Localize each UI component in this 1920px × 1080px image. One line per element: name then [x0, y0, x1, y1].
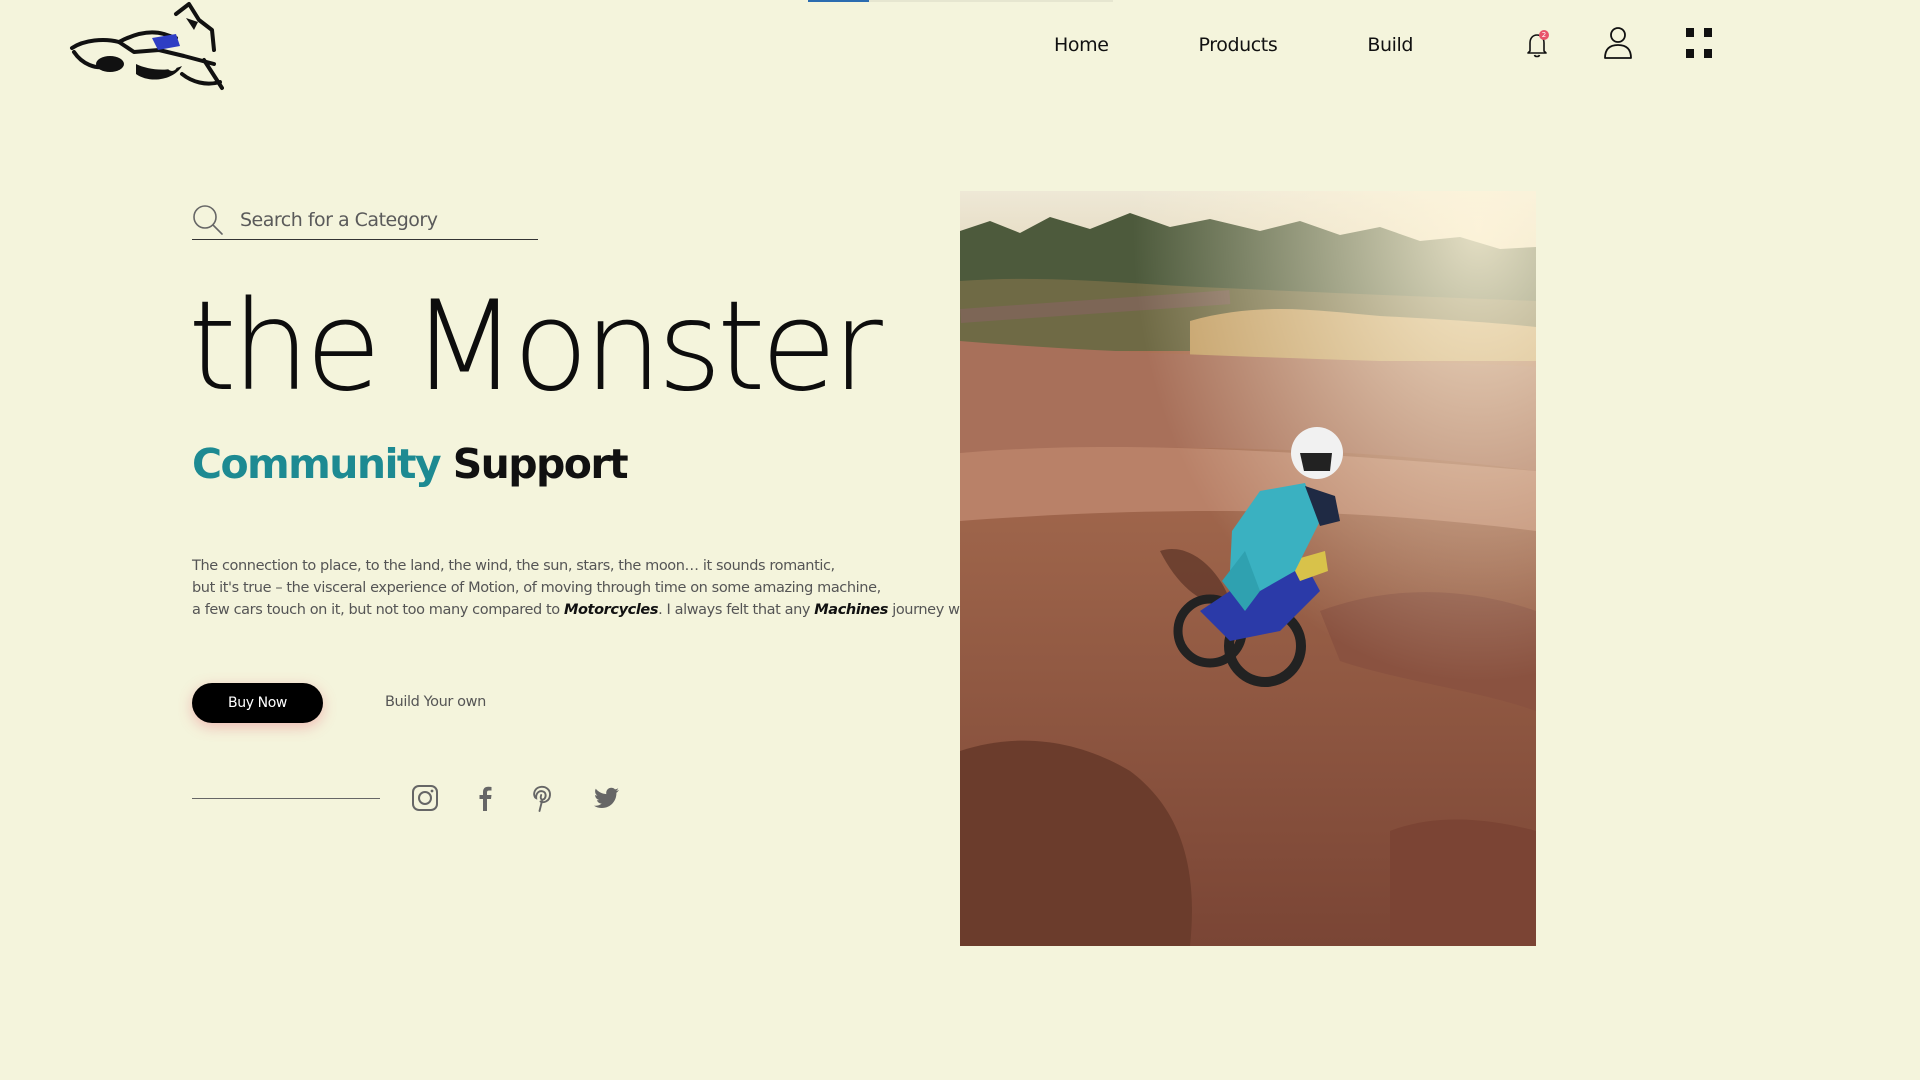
- nav-products[interactable]: Products: [1199, 34, 1278, 56]
- hero-title: the Monster: [188, 275, 883, 419]
- search-icon[interactable]: [192, 204, 224, 236]
- description-line: but it's true – the visceral experience …: [192, 580, 881, 596]
- main-nav: Home Products Build: [1054, 34, 1413, 56]
- subtitle-accent: Community: [192, 440, 442, 488]
- twitter-icon[interactable]: [591, 783, 621, 813]
- emphasis-machines: Machines: [814, 602, 888, 618]
- nav-home[interactable]: Home: [1054, 34, 1109, 56]
- description-line: The connection to place, to the land, th…: [192, 558, 835, 574]
- instagram-icon[interactable]: [410, 783, 440, 813]
- user-profile-icon[interactable]: [1603, 26, 1633, 60]
- description-text: a few cars touch on it, but not too many…: [192, 602, 564, 618]
- menu-grid-icon[interactable]: [1686, 28, 1712, 58]
- motocross-rider-photo: [960, 191, 1536, 946]
- notification-count-badge: 2: [1539, 30, 1549, 40]
- build-your-own-link[interactable]: Build Your own: [385, 694, 486, 710]
- facebook-icon[interactable]: [470, 783, 500, 813]
- description-line: a few cars touch on it, but not too many…: [192, 599, 976, 621]
- notification-bell-icon[interactable]: 2: [1522, 30, 1552, 60]
- page-progress-fill: [808, 0, 869, 2]
- description-text: . I always felt that any: [658, 602, 815, 618]
- pinterest-icon[interactable]: [527, 783, 557, 813]
- buy-now-button[interactable]: Buy Now: [192, 683, 323, 723]
- subtitle-rest: Support: [452, 440, 629, 488]
- hero-description: The connection to place, to the land, th…: [192, 555, 976, 621]
- search-input[interactable]: [240, 208, 530, 231]
- logo-motorcycle-icon[interactable]: [64, 0, 224, 95]
- social-divider: [192, 798, 380, 799]
- hero-subtitle: Community Support: [192, 440, 629, 488]
- emphasis-motorcycles: Motorcycles: [563, 602, 659, 618]
- page-progress-track: [808, 0, 1113, 2]
- nav-build[interactable]: Build: [1367, 34, 1413, 56]
- category-search: [192, 200, 538, 240]
